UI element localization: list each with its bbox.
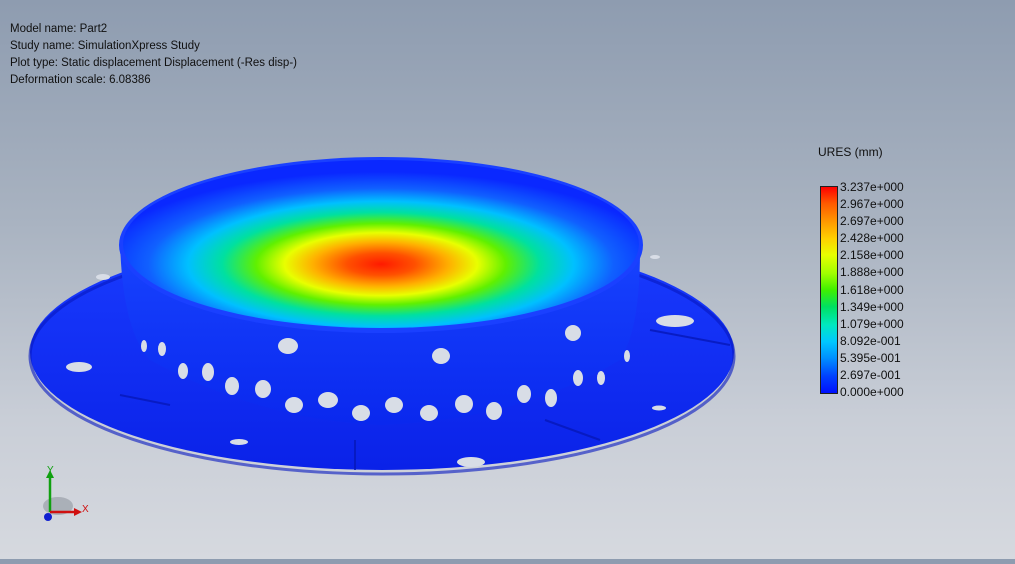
- legend-label: 1.618e+000: [840, 282, 904, 297]
- legend-label: 1.888e+000: [840, 265, 904, 280]
- legend-label: 2.967e+000: [840, 197, 904, 212]
- legend-label: 1.079e+000: [840, 316, 904, 331]
- study-name: Study name: SimulationXpress Study: [10, 40, 200, 52]
- legend-label: 1.349e+000: [840, 299, 904, 314]
- legend-label: 8.092e-001: [840, 333, 901, 348]
- legend-label: 2.697e-001: [840, 368, 901, 383]
- legend-label: 2.697e+000: [840, 214, 904, 229]
- legend-title: URES (mm): [818, 145, 883, 159]
- plot-type: Plot type: Static displacement Displacem…: [10, 57, 297, 69]
- y-axis-label: Y: [47, 465, 54, 476]
- legend-label: 0.000e+000: [840, 385, 904, 400]
- displacement-contour: [123, 160, 639, 328]
- study-info-panel: Model name: Part2 Study name: Simulation…: [10, 21, 297, 89]
- model-name: Model name: Part2: [10, 23, 108, 35]
- legend-label: 3.237e+000: [840, 180, 904, 194]
- legend-label: 2.428e+000: [840, 231, 904, 246]
- x-axis-label: X: [82, 504, 89, 515]
- legend-labels: 3.237e+000 2.967e+000 2.697e+000 2.428e+…: [840, 179, 904, 401]
- color-scale-bar[interactable]: [820, 186, 838, 394]
- z-axis-icon: [44, 513, 52, 521]
- deformation-scale: Deformation scale: 6.08386: [10, 74, 151, 86]
- legend-label: 2.158e+000: [840, 248, 904, 263]
- legend-label: 5.395e-001: [840, 350, 901, 365]
- coordinate-triad-icon[interactable]: Y X: [38, 462, 98, 526]
